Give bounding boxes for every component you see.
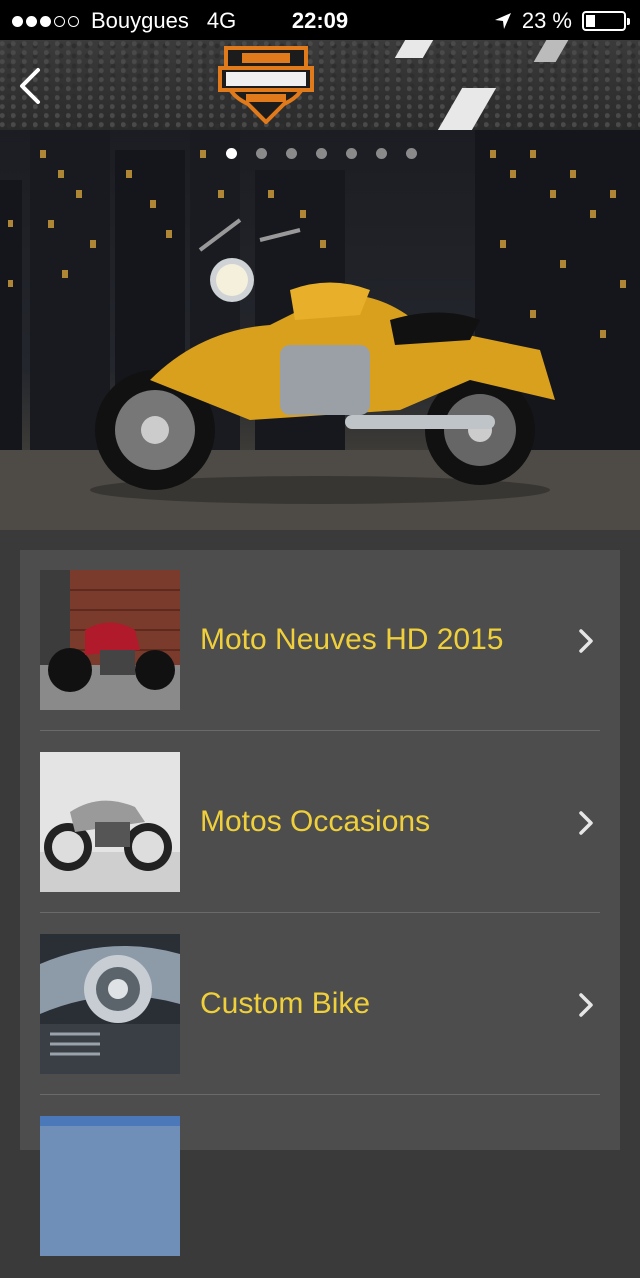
menu-list: Moto Neuves HD 2015 Motos Occasions Cust… xyxy=(20,550,620,1256)
carousel-dot[interactable] xyxy=(226,148,237,159)
nav-header xyxy=(0,40,640,130)
list-item-custom-bike[interactable]: Custom Bike xyxy=(40,914,600,1096)
list-item-motos-occasions[interactable]: Motos Occasions xyxy=(40,732,600,914)
list-item-label: Motos Occasions xyxy=(200,805,431,838)
vintage-motorcycle-thumbnail xyxy=(40,752,180,892)
list-item-label: Custom Bike xyxy=(200,987,371,1020)
next-item-thumbnail xyxy=(40,1116,180,1256)
harley-davidson-logo-icon xyxy=(218,46,314,124)
chevron-right-icon xyxy=(579,993,593,1017)
road-marking xyxy=(533,40,569,62)
road-marking xyxy=(394,40,434,58)
back-button[interactable] xyxy=(16,66,44,106)
list-item-moto-neuves[interactable]: Moto Neuves HD 2015 xyxy=(40,550,600,732)
chevron-right-icon xyxy=(579,629,593,653)
list-item-label: Moto Neuves HD 2015 xyxy=(200,623,504,656)
red-motorcycle-thumbnail xyxy=(40,570,180,710)
chrome-engine-thumbnail xyxy=(40,934,180,1074)
carousel-pager xyxy=(0,148,640,160)
location-arrow-icon xyxy=(494,13,511,29)
carousel-dot[interactable] xyxy=(316,148,327,159)
battery-icon xyxy=(582,11,630,31)
road-marking xyxy=(437,88,497,130)
carousel-dot[interactable] xyxy=(376,148,387,159)
list-item-partial[interactable] xyxy=(40,1096,600,1278)
carousel-dot[interactable] xyxy=(286,148,297,159)
battery-percent: 23 % xyxy=(521,8,572,33)
status-right: 23 % xyxy=(494,8,630,34)
carousel-dot[interactable] xyxy=(406,148,417,159)
divider xyxy=(40,1094,600,1095)
divider xyxy=(40,912,600,913)
hero-carousel-image[interactable] xyxy=(0,130,640,530)
status-bar: Bouygues 4G 22:09 23 % xyxy=(0,0,640,40)
motorcycle-photo xyxy=(0,130,640,530)
carousel-dot[interactable] xyxy=(346,148,357,159)
chevron-right-icon xyxy=(579,811,593,835)
divider xyxy=(40,730,600,731)
carousel-dot[interactable] xyxy=(256,148,267,159)
